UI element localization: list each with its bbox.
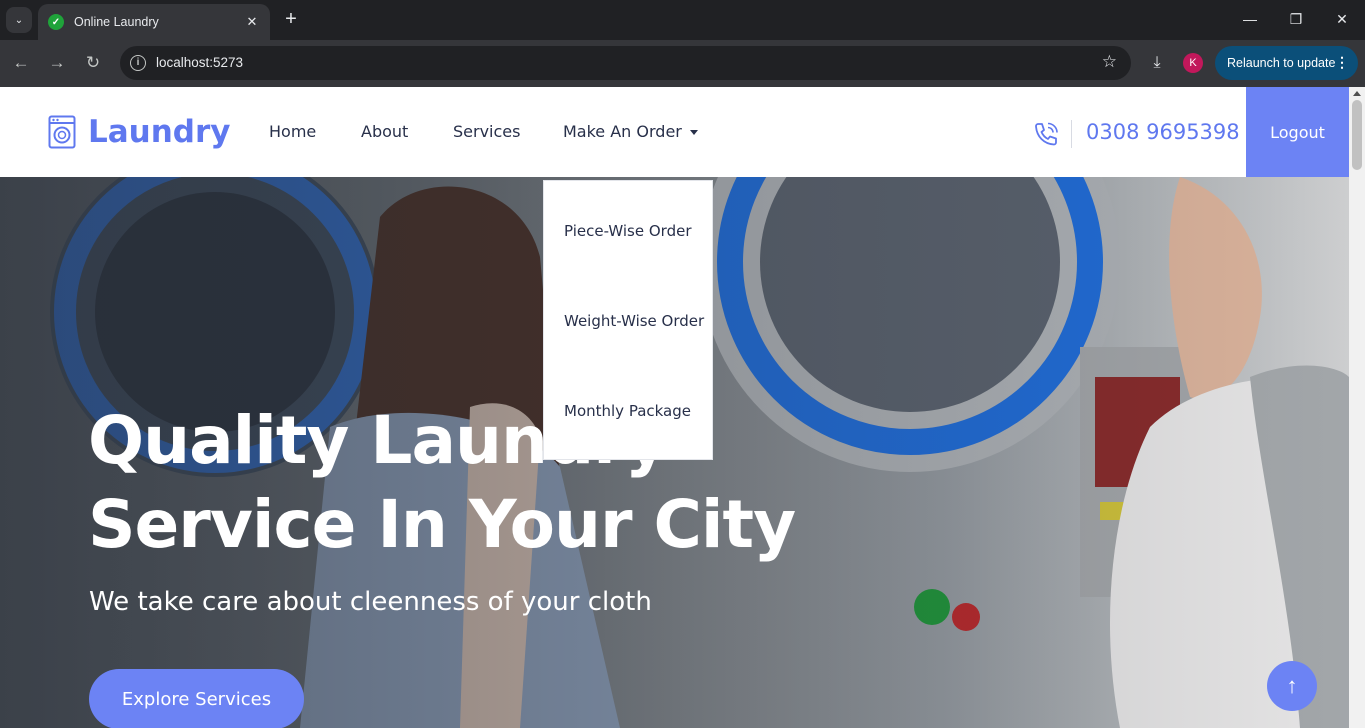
tab-search-icon[interactable]: ⌄ <box>6 7 32 33</box>
download-icon[interactable]: ⤓ <box>1146 52 1168 74</box>
more-menu-icon[interactable]: ⋮ <box>1335 54 1349 71</box>
order-dropdown-menu: Piece-Wise Order Weight-Wise Order Month… <box>543 180 713 460</box>
dropdown-item-piece-wise[interactable]: Piece-Wise Order <box>564 222 692 240</box>
page-scrollbar[interactable] <box>1349 87 1365 728</box>
browser-tabstrip: ⌄ ✓ Online Laundry ✕ + — ❐ ✕ <box>0 0 1365 40</box>
minimize-icon[interactable]: — <box>1239 8 1261 30</box>
bookmark-star-icon[interactable]: ☆ <box>1102 52 1117 72</box>
back-icon[interactable]: ← <box>10 52 32 74</box>
hero-subtitle: We take care about cleenness of your clo… <box>89 587 652 617</box>
arrow-up-icon: ↑ <box>1286 673 1298 698</box>
hero-title-line2: Service In Your City <box>88 486 796 563</box>
dropdown-item-weight-wise[interactable]: Weight-Wise Order <box>564 312 704 330</box>
logo-text: Laundry <box>88 114 231 150</box>
header-divider <box>1071 120 1072 148</box>
site-header: Laundry Home About Services Make An Orde… <box>0 87 1349 177</box>
nav-make-an-order[interactable]: Make An Order <box>563 122 698 141</box>
nav-make-an-order-label: Make An Order <box>563 122 682 141</box>
logout-button[interactable]: Logout <box>1246 87 1349 177</box>
relaunch-label: Relaunch to update <box>1227 56 1336 70</box>
scroll-thumb[interactable] <box>1352 100 1362 170</box>
new-tab-icon[interactable]: + <box>280 8 302 30</box>
relaunch-button[interactable]: Relaunch to update ⋮ <box>1215 46 1358 80</box>
nav-services[interactable]: Services <box>453 122 520 141</box>
nav-about[interactable]: About <box>361 122 408 141</box>
dropdown-item-monthly-package[interactable]: Monthly Package <box>564 402 691 420</box>
phone-icon <box>1035 122 1058 146</box>
restore-icon[interactable]: ❐ <box>1285 8 1307 30</box>
phone-number[interactable]: 0308 9695398 <box>1086 120 1240 144</box>
forward-icon[interactable]: → <box>46 52 68 74</box>
explore-services-button[interactable]: Explore Services <box>89 669 304 728</box>
tab-close-icon[interactable]: ✕ <box>244 14 260 30</box>
caret-down-icon <box>689 130 698 135</box>
washing-machine-icon <box>48 115 76 149</box>
url-text[interactable]: localhost:5273 <box>156 55 243 70</box>
close-window-icon[interactable]: ✕ <box>1331 8 1353 30</box>
site-logo[interactable]: Laundry <box>48 114 231 150</box>
browser-tab[interactable]: ✓ Online Laundry ✕ <box>38 4 270 40</box>
favicon-check-icon: ✓ <box>48 14 64 30</box>
scroll-up-arrow-icon[interactable] <box>1353 91 1361 96</box>
page-viewport: Laundry Home About Services Make An Orde… <box>0 87 1349 728</box>
back-to-top-button[interactable]: ↑ <box>1267 661 1317 711</box>
reload-icon[interactable]: ↻ <box>82 52 104 74</box>
browser-toolbar: ← → ↻ i localhost:5273 ☆ ⤓ K Relaunch to… <box>0 40 1365 87</box>
address-bar[interactable]: i localhost:5273 ☆ <box>120 46 1131 80</box>
profile-avatar[interactable]: K <box>1183 53 1203 73</box>
nav-home[interactable]: Home <box>269 122 316 141</box>
site-info-icon[interactable]: i <box>130 55 146 71</box>
tab-title: Online Laundry <box>74 15 159 29</box>
